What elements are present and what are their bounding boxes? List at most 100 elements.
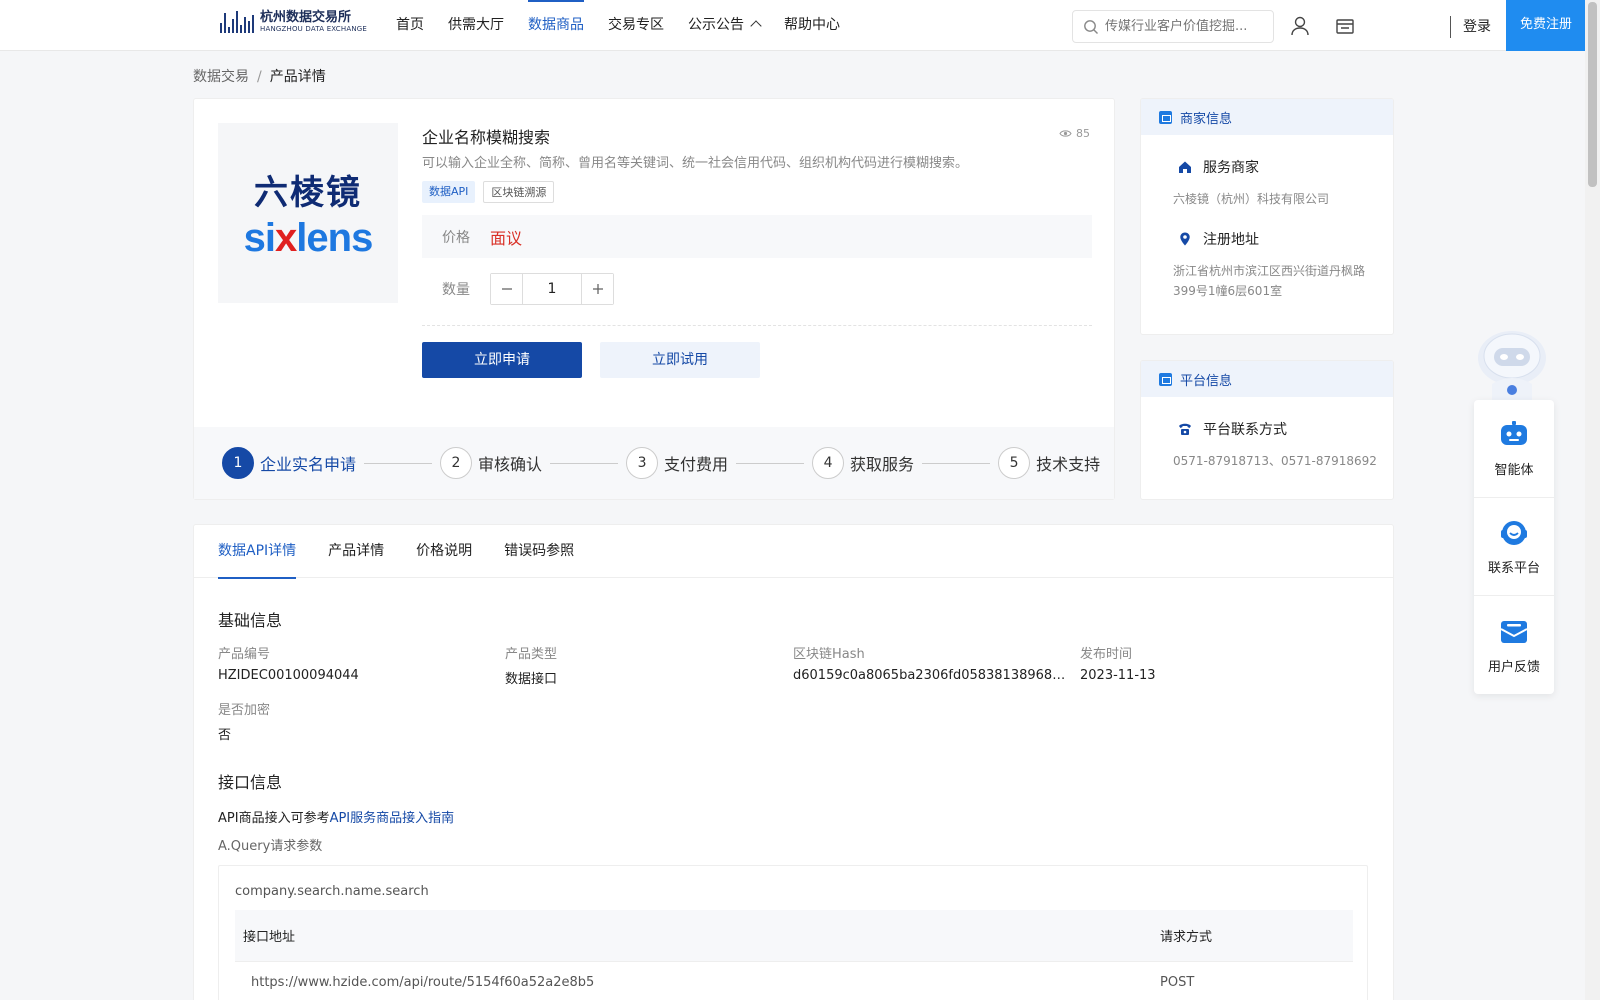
tab-price-info[interactable]: 价格说明 <box>416 525 472 578</box>
product-logo-cn: 六棱镜 <box>254 173 362 213</box>
phone-icon <box>1179 423 1191 435</box>
site-logo[interactable]: 杭州数据交易所 HANGZHOU DATA EXCHANGE <box>220 11 367 33</box>
breadcrumb-separator: / <box>257 69 262 85</box>
register-button[interactable]: 免费注册 <box>1506 0 1586 51</box>
api-guide-text: API商品接入可参考API服务商品接入指南 <box>218 807 454 826</box>
page-scrollbar[interactable] <box>1585 0 1600 1000</box>
breadcrumb-current: 产品详情 <box>269 69 326 85</box>
info-blockchain-hash: 区块链Hash d60159c0a8065ba2306fd058381389686… <box>793 643 1068 683</box>
user-feedback-button[interactable]: 用户反馈 <box>1474 596 1554 694</box>
info-product-type: 产品类型 数据接口 <box>505 643 780 687</box>
info-key: 是否加密 <box>218 703 271 718</box>
info-key: 发布时间 <box>1080 647 1133 662</box>
quantity-label: 数量 <box>442 282 470 298</box>
th-method: 请求方式 <box>1160 930 1213 945</box>
table-row: https://www.hzide.com/api/route/5154f60a… <box>235 962 1353 1000</box>
user-feedback-label: 用户反馈 <box>1487 659 1540 675</box>
search-box[interactable] <box>1072 10 1274 43</box>
login-link[interactable]: 登录 <box>1463 16 1491 36</box>
product-title: 企业名称模糊搜索 <box>422 128 551 147</box>
info-key: 产品编号 <box>218 647 271 662</box>
product-logo: 六棱镜 sixlens <box>218 123 398 303</box>
info-key: 产品类型 <box>505 647 558 662</box>
merchant-info-title: 商家信息 <box>1180 111 1233 127</box>
tag-blockchain: 区块链溯源 <box>483 181 555 203</box>
nav-announcements[interactable]: 公示公告 <box>688 0 762 51</box>
product-logo-en: sixlens <box>243 216 374 261</box>
step-connector <box>364 462 433 464</box>
step-label: 审核确认 <box>478 455 543 474</box>
tag-data-api: 数据API <box>422 181 476 203</box>
shop-icon[interactable] <box>1334 15 1356 37</box>
contact-platform-button[interactable]: 联系平台 <box>1474 498 1554 596</box>
logo-en-part-b: x <box>275 216 297 260</box>
step-number: 4 <box>812 447 845 479</box>
info-value: 否 <box>218 728 232 743</box>
search-input[interactable] <box>1105 19 1265 34</box>
price-value: 面议 <box>490 228 523 248</box>
quantity-row: 数量 1 <box>442 273 614 305</box>
step-number: 3 <box>626 447 659 479</box>
breadcrumb: 数据交易 / 产品详情 <box>193 66 326 86</box>
logo-bars-icon <box>220 11 254 33</box>
view-count-value: 85 <box>1076 127 1090 140</box>
query-params-label: A.Query请求参数 <box>218 839 323 854</box>
robot-icon <box>1501 421 1527 445</box>
platform-info-title: 平台信息 <box>1180 373 1233 389</box>
nav-data-products[interactable]: 数据商品 <box>528 0 584 51</box>
tab-product-detail[interactable]: 产品详情 <box>328 525 384 578</box>
increment-button[interactable] <box>582 274 613 304</box>
platform-contact-value: 0571-87918713、0571-87918692 <box>1173 454 1377 468</box>
ai-agent-label: 智能体 <box>1494 463 1534 478</box>
api-box: company.search.name.search 接口地址 请求方式 htt… <box>218 865 1368 1000</box>
service-merchant-title: 服务商家 <box>1177 157 1393 177</box>
tab-data-api-detail[interactable]: 数据API详情 <box>218 525 297 579</box>
logo-en-part-c: lens <box>296 216 373 260</box>
quantity-input[interactable]: 1 <box>522 274 582 304</box>
decrement-button[interactable] <box>491 274 522 304</box>
address-title: 注册地址 <box>1177 229 1393 249</box>
address-label: 注册地址 <box>1203 232 1259 248</box>
service-merchant-label: 服务商家 <box>1203 160 1259 176</box>
api-guide-link[interactable]: API服务商品接入指南 <box>330 811 455 826</box>
robot-assistant-icon[interactable] <box>1474 324 1550 400</box>
plus-icon <box>592 284 603 294</box>
process-steps: 1 企业实名申请 2 审核确认 3 支付费用 4 获取服务 5 技术支持 <box>194 427 1114 499</box>
ai-agent-button[interactable]: 智能体 <box>1474 400 1554 498</box>
info-value: 2023-11-13 <box>1080 668 1156 683</box>
step-label: 企业实名申请 <box>260 455 357 474</box>
info-encrypted: 是否加密否 <box>218 699 493 743</box>
user-icon[interactable] <box>1289 15 1311 37</box>
search-icon <box>1084 19 1098 34</box>
nav-help[interactable]: 帮助中心 <box>784 0 840 51</box>
info-key: 区块链Hash <box>793 647 865 662</box>
product-card: 六棱镜 sixlens 企业名称模糊搜索 85 可以输入企业全称、简称、曾用名等… <box>193 98 1115 500</box>
apply-now-button[interactable]: 立即申请 <box>422 342 582 378</box>
logo-en-text: HANGZHOU DATA EXCHANGE <box>260 25 368 33</box>
info-icon <box>1159 110 1172 124</box>
info-value: d60159c0a8065ba2306fd058381389686d... <box>793 668 1068 683</box>
nav-home[interactable]: 首页 <box>396 0 424 51</box>
api-table: 接口地址 请求方式 https://www.hzide.com/api/rout… <box>235 910 1353 1000</box>
tab-error-codes[interactable]: 错误码参照 <box>504 525 574 578</box>
info-icon <box>1159 372 1172 386</box>
product-description: 可以输入企业全称、简称、曾用名等关键词、统一社会信用代码、组织机构代码进行模糊搜… <box>422 156 969 171</box>
step-connector <box>922 462 991 464</box>
quantity-stepper: 1 <box>490 273 614 305</box>
api-method: POST <box>1160 974 1195 990</box>
logo-cn-text: 杭州数据交易所 <box>260 10 352 25</box>
nav-supply-demand[interactable]: 供需大厅 <box>448 0 504 51</box>
service-merchant-value: 六棱镜（杭州）科技有限公司 <box>1173 192 1330 206</box>
platform-contact-label: 平台联系方式 <box>1203 422 1287 438</box>
breadcrumb-root[interactable]: 数据交易 <box>193 69 249 85</box>
logo-en-part-a: si <box>243 216 276 260</box>
detail-tabs: 数据API详情 产品详情 价格说明 错误码参照 <box>194 525 1393 579</box>
view-count: 85 <box>1059 127 1090 140</box>
step-4: 4 获取服务 <box>812 447 914 479</box>
step-connector <box>550 462 619 464</box>
th-url: 接口地址 <box>243 930 296 945</box>
price-label: 价格 <box>442 229 470 246</box>
nav-trade-zone[interactable]: 交易专区 <box>608 0 664 51</box>
scroll-thumb[interactable] <box>1588 2 1597 187</box>
try-now-button[interactable]: 立即试用 <box>600 342 760 378</box>
